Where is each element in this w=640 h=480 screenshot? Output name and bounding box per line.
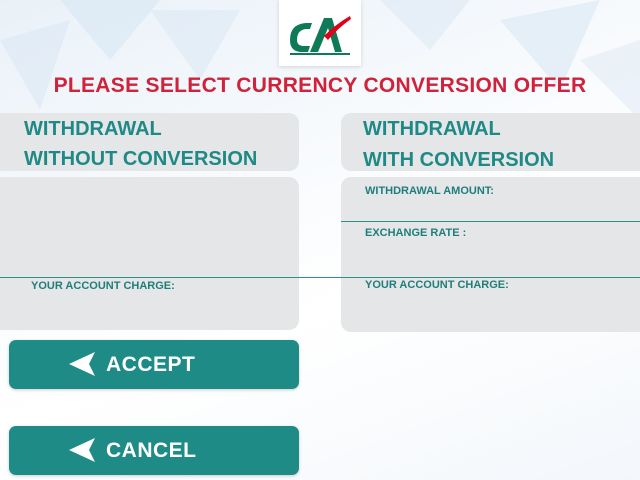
- accept-button[interactable]: ACCEPT: [9, 340, 299, 389]
- option-without-conversion[interactable]: WITHDRAWAL WITHOUT CONVERSION: [0, 113, 299, 171]
- left-arrow-icon: [69, 438, 95, 462]
- credit-agricole-logo: [279, 0, 361, 66]
- without-conversion-details: YOUR ACCOUNT CHARGE:: [0, 177, 299, 330]
- left-arrow-icon: [69, 352, 95, 376]
- credit-agricole-logo-icon: [290, 16, 351, 55]
- with-conversion-heading-line2: WITH CONVERSION: [363, 149, 555, 171]
- cancel-button-label: CANCEL: [106, 439, 197, 462]
- option-with-conversion[interactable]: WITHDRAWAL WITH CONVERSION: [341, 113, 640, 171]
- cancel-button[interactable]: CANCEL: [9, 426, 299, 475]
- divider-line: [341, 221, 640, 222]
- without-conversion-heading-line1: WITHDRAWAL: [24, 118, 162, 140]
- with-conversion-details: WITHDRAWAL AMOUNT: EXCHANGE RATE : YOUR …: [341, 177, 640, 332]
- withdrawal-amount-label: WITHDRAWAL AMOUNT:: [365, 185, 494, 197]
- with-conversion-heading-line1: WITHDRAWAL: [363, 118, 501, 140]
- without-conversion-account-charge-label: YOUR ACCOUNT CHARGE:: [31, 280, 175, 292]
- accept-button-label: ACCEPT: [106, 353, 196, 376]
- divider-line: [0, 277, 640, 278]
- with-conversion-account-charge-label: YOUR ACCOUNT CHARGE:: [365, 279, 509, 291]
- without-conversion-heading-line2: WITHOUT CONVERSION: [24, 148, 258, 170]
- exchange-rate-label: EXCHANGE RATE :: [365, 227, 467, 239]
- page-title: PLEASE SELECT CURRENCY CONVERSION OFFER: [53, 74, 587, 97]
